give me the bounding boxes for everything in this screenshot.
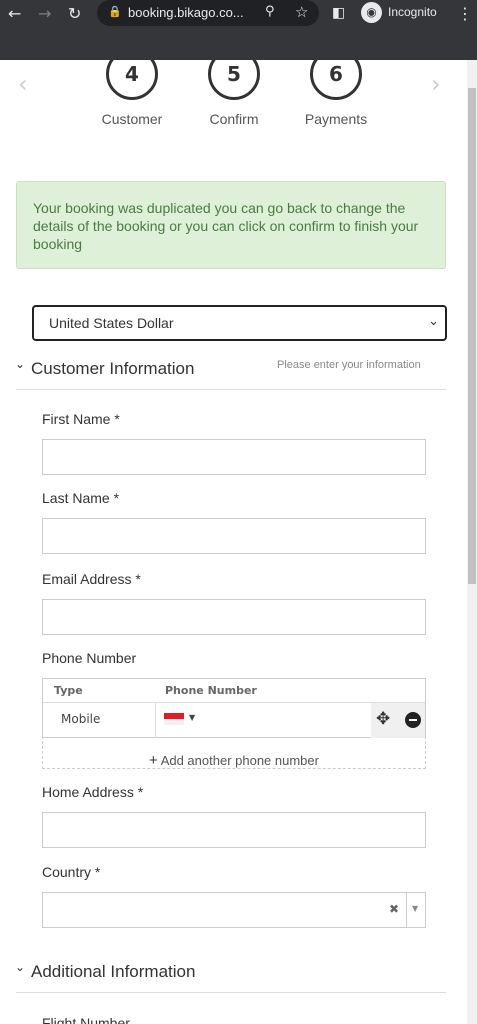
column-divider [155,703,156,738]
phone-number-header: Phone Number [165,684,257,697]
step-number: 4 [106,60,158,100]
incognito-label: Incognito [388,5,437,19]
indonesia-flag-icon[interactable] [164,713,184,725]
section-divider [16,992,446,993]
currency-value: United States Dollar [49,315,174,331]
step-label: Payments [304,111,368,127]
phone-row: Mobile ▼ ✥ [43,702,425,738]
flag-dropdown-caret-icon[interactable]: ▼ [189,713,195,722]
step-label: Confirm [209,111,259,127]
collapse-chevron-icon[interactable]: ⌄ [15,960,25,974]
prev-step-arrow-icon[interactable]: ‹ [18,70,28,98]
home-address-field[interactable] [42,812,426,848]
country-divider [406,893,407,927]
menu-icon[interactable]: ⋮ [457,0,473,26]
incognito-icon: ◉ [361,2,382,23]
country-select[interactable]: ✖ ▼ [42,892,426,928]
page-content: ‹ › 4 Customer 5 Confirm 6 Payments Your… [0,60,467,1024]
lock-icon: 🔒 [108,5,122,18]
plus-icon: + [149,752,158,769]
phone-label: Phone Number [42,650,137,666]
last-name-label: Last Name * [42,490,120,506]
first-name-label: First Name * [42,411,120,427]
scrollbar[interactable] [467,60,477,1024]
home-address-label: Home Address * [42,784,144,800]
remove-phone-icon[interactable] [405,712,421,728]
customer-section-title[interactable]: Customer Information [31,359,194,379]
additional-section-title[interactable]: Additional Information [31,962,195,982]
flight-number-label: Flight Number [42,1015,130,1024]
move-icon[interactable]: ✥ [376,709,390,729]
bookmark-star-icon[interactable]: ☆ [295,3,308,21]
duplicate-booking-alert: Your booking was duplicated you can go b… [16,181,446,269]
first-name-field[interactable] [42,439,426,475]
zoom-icon[interactable]: ⚲ [265,4,275,19]
forward-icon[interactable]: → [38,0,51,26]
customer-section-hint: Please enter your information [277,359,421,371]
step-number: 5 [208,60,260,100]
scrollbar-thumb[interactable] [468,88,476,584]
phone-type-value[interactable]: Mobile [61,712,100,726]
browser-toolbar: ← → ↻ 🔒 booking.bikago.co... ⚲ ☆ ◧ ◉ Inc… [0,0,477,60]
last-name-field[interactable] [42,518,426,554]
section-divider [16,389,446,390]
step-label: Customer [101,111,163,127]
chevron-down-icon[interactable]: ▼ [412,904,418,913]
email-field[interactable] [42,599,426,635]
currency-select[interactable]: United States Dollar ⌄ [32,305,447,341]
back-icon[interactable]: ← [8,0,21,26]
clear-icon[interactable]: ✖ [389,902,399,916]
phone-type-header: Type [54,684,83,697]
reload-icon[interactable]: ↻ [68,0,81,26]
step-number: 6 [310,60,362,100]
chevron-down-icon: ⌄ [428,313,439,328]
collapse-chevron-icon[interactable]: ⌄ [15,357,25,371]
url-text: booking.bikago.co... [128,5,244,20]
add-phone-label: Add another phone number [160,753,319,768]
email-label: Email Address * [42,571,141,587]
address-bar[interactable]: 🔒 booking.bikago.co... ⚲ ☆ [97,0,319,26]
alert-message: Your booking was duplicated you can go b… [33,200,419,252]
phone-table: Type Phone Number Mobile ▼ ✥ [42,678,426,738]
next-step-arrow-icon[interactable]: › [431,70,441,98]
add-phone-button[interactable]: + Add another phone number [42,736,426,769]
side-panel-icon[interactable]: ◧ [332,0,345,26]
country-label: Country * [42,864,101,880]
